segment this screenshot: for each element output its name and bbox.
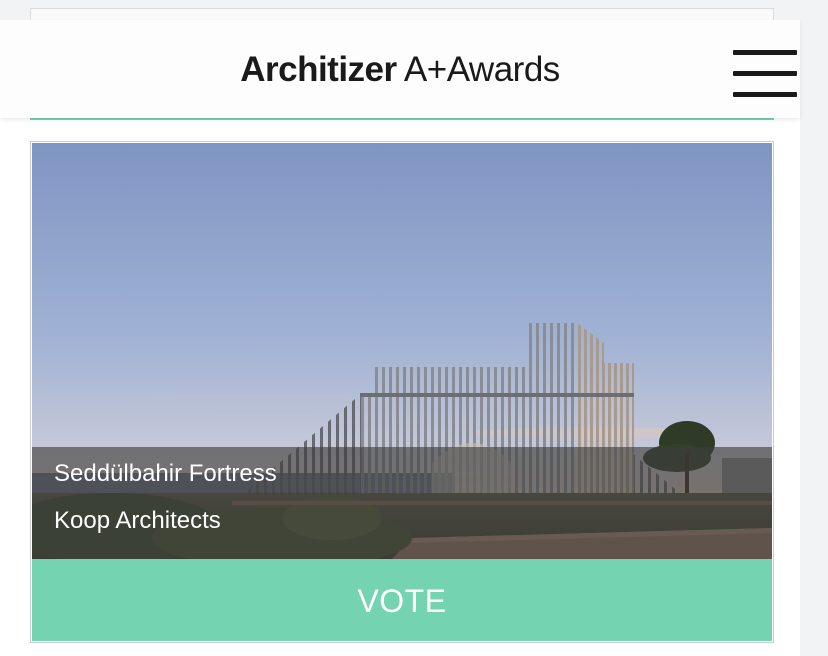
hamburger-bar [733, 71, 797, 76]
site-logo[interactable]: Architizer A+Awards [0, 50, 800, 90]
page-gutter [800, 20, 828, 656]
logo-awards: A+Awards [396, 50, 560, 89]
hamburger-bar [733, 50, 797, 55]
vote-button[interactable]: VOTE [32, 559, 772, 641]
project-title[interactable]: Seddülbahir Fortress [54, 460, 277, 488]
project-photo[interactable]: Seddülbahir Fortress Koop Architects [32, 143, 772, 559]
hamburger-bar [733, 92, 797, 97]
logo-brand: Architizer [240, 50, 397, 89]
project-card: Seddülbahir Fortress Koop Architects VOT… [30, 141, 774, 643]
site-header: Architizer A+Awards [0, 20, 800, 118]
project-caption: Seddülbahir Fortress Koop Architects [32, 447, 772, 559]
hamburger-menu-button[interactable] [733, 50, 797, 98]
project-firm[interactable]: Koop Architects [54, 507, 221, 535]
